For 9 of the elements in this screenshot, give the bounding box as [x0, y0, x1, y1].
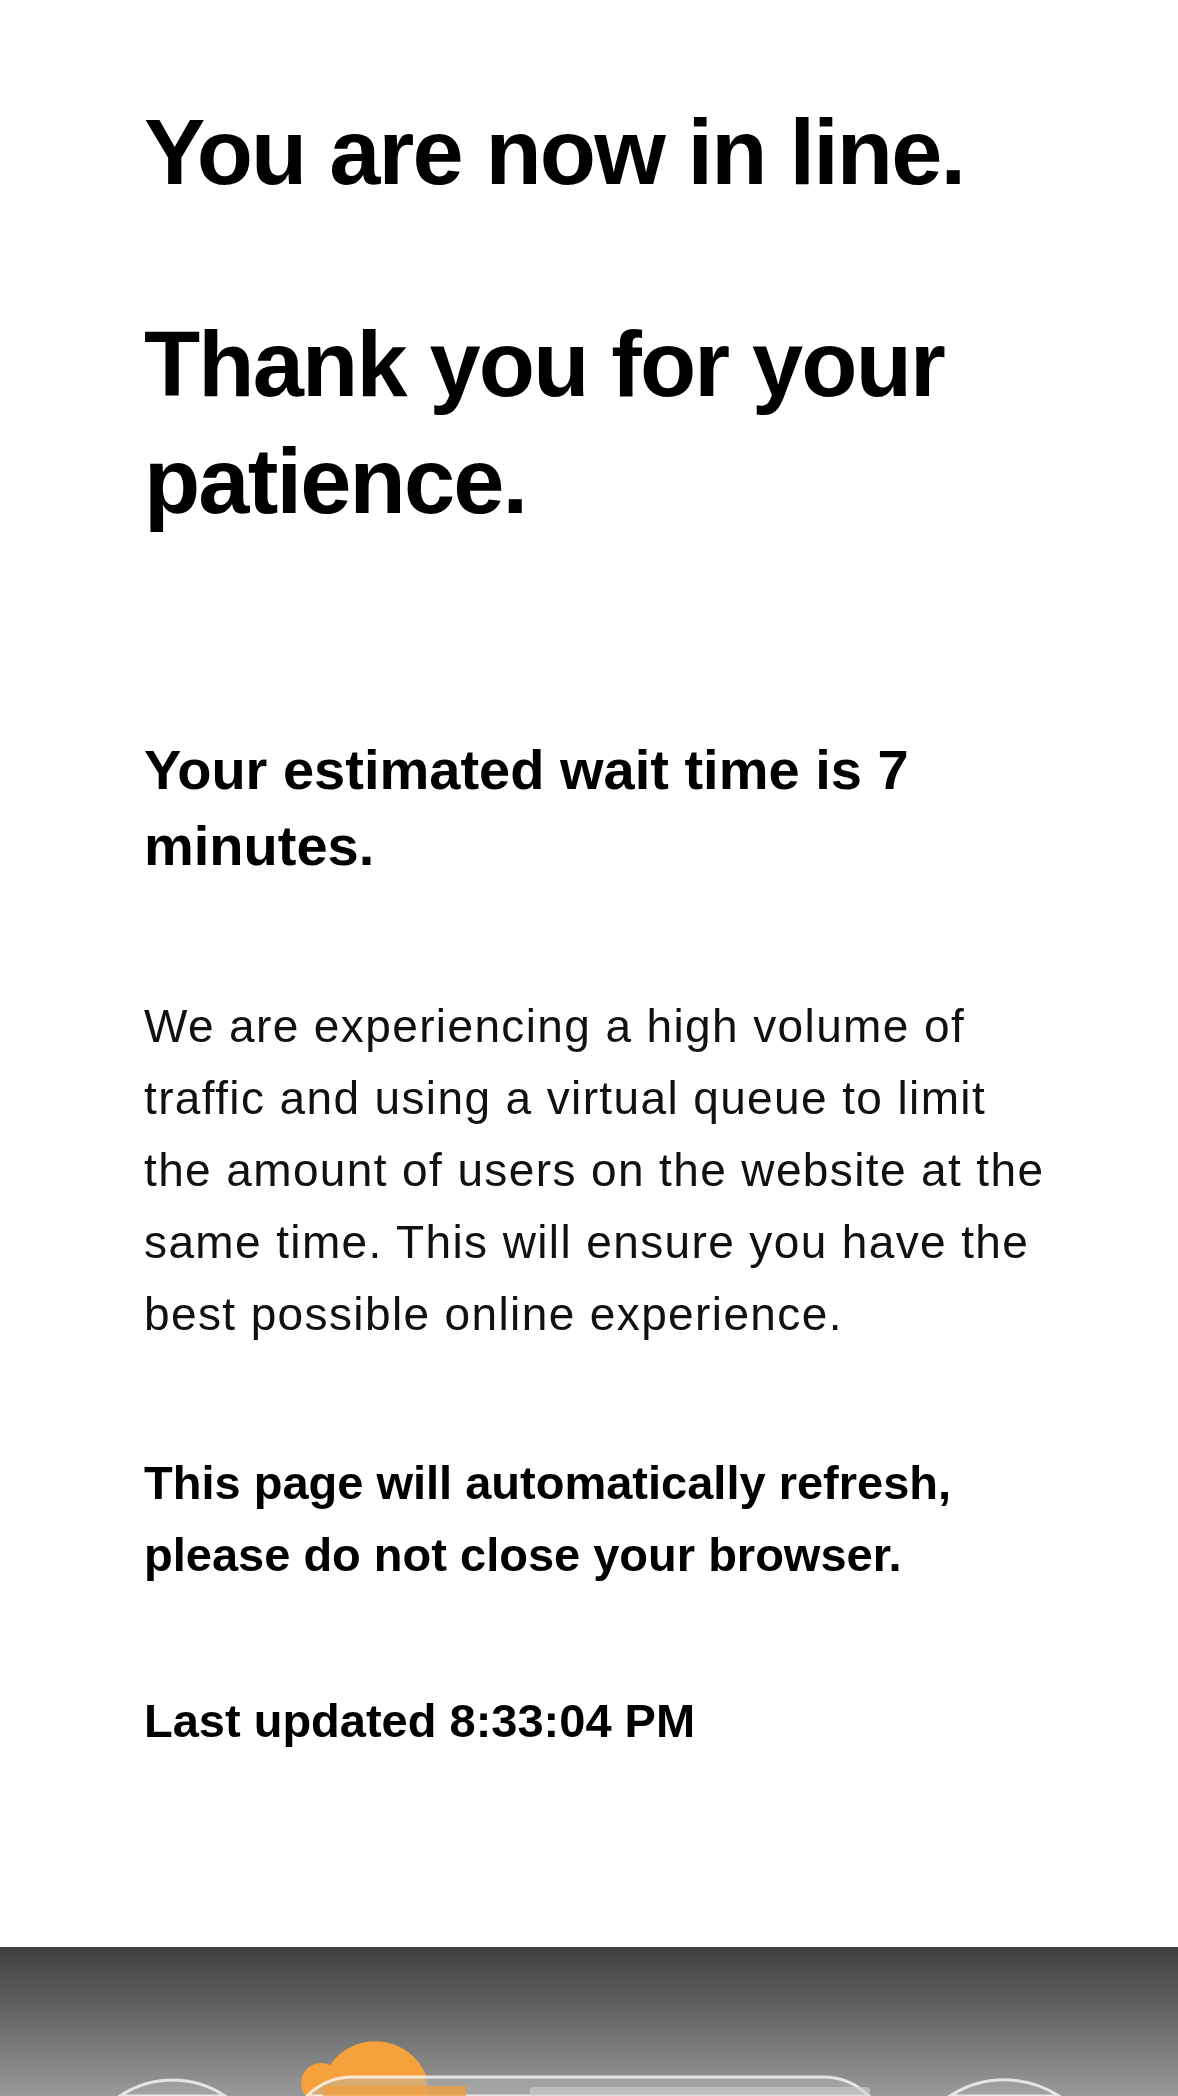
- toolbar-button[interactable]: [948, 2078, 1061, 2096]
- page-heading: You are now in line.: [144, 100, 966, 205]
- address-bar[interactable]: [305, 2075, 871, 2096]
- refresh-notice: This page will automatically refresh, please do not close your browser.: [144, 1455, 953, 1583]
- queue-message: We are experiencing a high volume of traffic and using a virtual queue to limit the amount of users on the website at the same time. This will ensure you have the best possible online experience.: [144, 999, 1046, 1342]
- wait-time-notice: Your estimated wait time is 7 minutes.: [144, 737, 910, 879]
- last-updated-time: Last updated 8:33:04 PM: [144, 1693, 697, 1749]
- toolbar-button[interactable]: [118, 2078, 227, 2096]
- page-heading: Thank you for your patience.: [144, 312, 946, 534]
